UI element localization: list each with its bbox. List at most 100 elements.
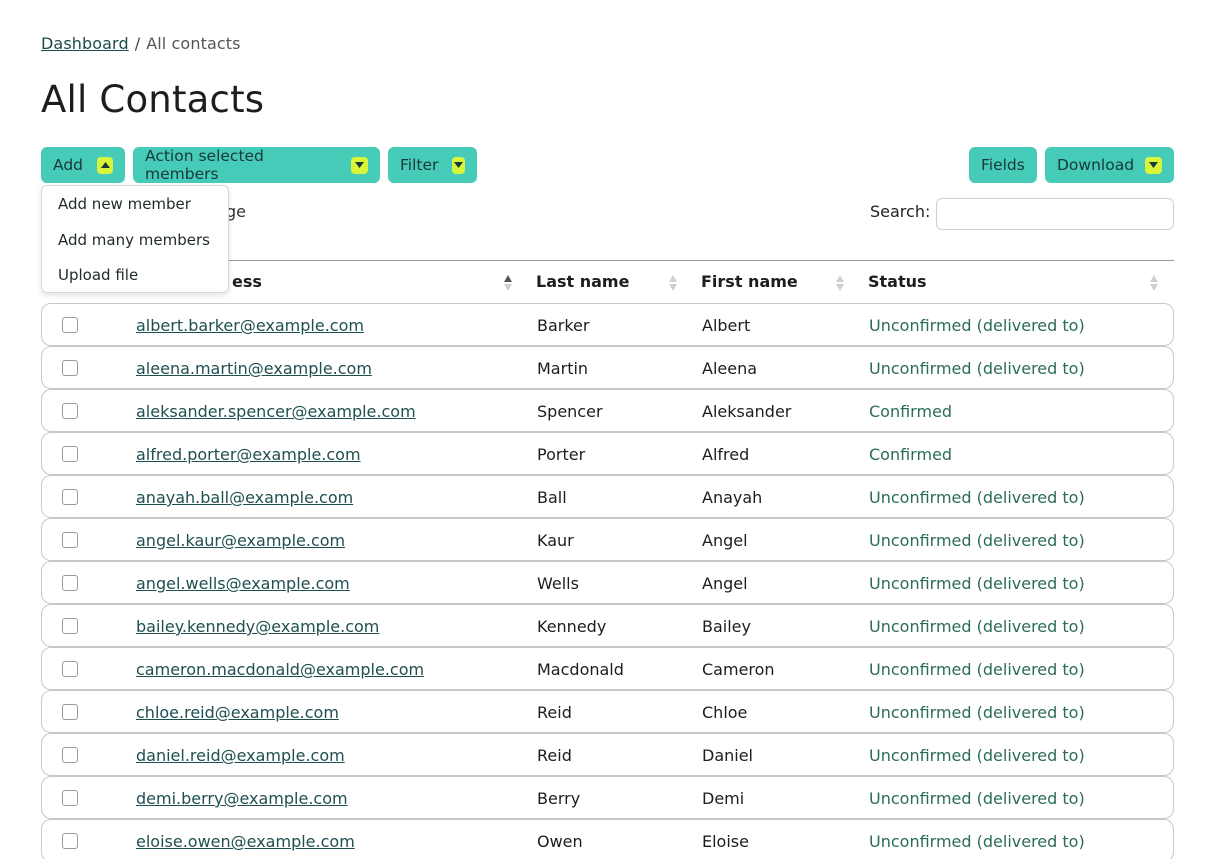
table-row: albert.barker@example.com Barker Albert … [41, 303, 1174, 346]
sort-icon[interactable] [835, 274, 845, 292]
row-checkbox[interactable] [62, 618, 78, 634]
email-link[interactable]: angel.wells@example.com [136, 574, 350, 593]
table-row: aleena.martin@example.com Martin Aleena … [41, 346, 1174, 389]
filter-button[interactable]: Filter [388, 147, 477, 183]
chevron-down-icon [351, 156, 368, 174]
status-cell: Unconfirmed (delivered to) [869, 832, 1085, 851]
last-name-cell: Macdonald [537, 660, 624, 679]
email-link[interactable]: daniel.reid@example.com [136, 746, 345, 765]
row-checkbox[interactable] [62, 446, 78, 462]
add-dropdown-menu: Add new member Add many members Upload f… [41, 185, 229, 293]
chevron-down-icon [452, 156, 465, 174]
last-name-cell: Martin [537, 359, 589, 378]
first-name-cell: Alfred [702, 445, 750, 464]
email-link[interactable]: alfred.porter@example.com [136, 445, 361, 464]
last-name-cell: Porter [537, 445, 586, 464]
row-checkbox[interactable] [62, 575, 78, 591]
first-name-cell: Eloise [702, 832, 749, 851]
download-button-label: Download [1057, 156, 1135, 174]
table-row: eloise.owen@example.com Owen Eloise Unco… [41, 819, 1174, 859]
sort-icon[interactable] [1149, 274, 1159, 292]
sort-icon[interactable] [503, 274, 513, 292]
table-row: daniel.reid@example.com Reid Daniel Unco… [41, 733, 1174, 776]
table-row: aleksander.spencer@example.com Spencer A… [41, 389, 1174, 432]
table-row: angel.wells@example.com Wells Angel Unco… [41, 561, 1174, 604]
per-page-label: ge [226, 202, 246, 221]
status-cell: Unconfirmed (delivered to) [869, 617, 1085, 636]
email-link[interactable]: chloe.reid@example.com [136, 703, 339, 722]
row-checkbox[interactable] [62, 317, 78, 333]
first-name-cell: Albert [702, 316, 751, 335]
breadcrumb: Dashboard / All contacts [41, 34, 241, 53]
last-name-cell: Spencer [537, 402, 603, 421]
table-row: chloe.reid@example.com Reid Chloe Unconf… [41, 690, 1174, 733]
row-checkbox[interactable] [62, 833, 78, 849]
status-cell: Unconfirmed (delivered to) [869, 789, 1085, 808]
last-name-cell: Berry [537, 789, 581, 808]
last-name-cell: Ball [537, 488, 567, 507]
status-cell: Confirmed [869, 402, 953, 421]
add-button[interactable]: Add [41, 147, 125, 183]
status-cell: Unconfirmed (delivered to) [869, 359, 1085, 378]
first-name-cell: Aleksander [702, 402, 792, 421]
menu-item-add-new-member[interactable]: Add new member [58, 195, 191, 213]
email-link[interactable]: angel.kaur@example.com [136, 531, 345, 550]
column-header-email[interactable]: ess [232, 272, 262, 291]
sort-icon[interactable] [668, 274, 678, 292]
first-name-cell: Chloe [702, 703, 748, 722]
row-checkbox[interactable] [62, 704, 78, 720]
status-cell: Unconfirmed (delivered to) [869, 660, 1085, 679]
download-button[interactable]: Download [1045, 147, 1174, 183]
first-name-cell: Angel [702, 574, 748, 593]
last-name-cell: Owen [537, 832, 583, 851]
column-header-last-name[interactable]: Last name [536, 272, 629, 291]
first-name-cell: Bailey [702, 617, 751, 636]
chevron-down-icon [1145, 156, 1162, 174]
row-checkbox[interactable] [62, 747, 78, 763]
last-name-cell: Kennedy [537, 617, 607, 636]
filter-button-label: Filter [400, 156, 439, 174]
chevron-up-icon [97, 156, 113, 174]
row-checkbox[interactable] [62, 403, 78, 419]
email-link[interactable]: demi.berry@example.com [136, 789, 348, 808]
status-cell: Unconfirmed (delivered to) [869, 488, 1085, 507]
column-header-first-name[interactable]: First name [701, 272, 798, 291]
column-header-status[interactable]: Status [868, 272, 927, 291]
fields-button[interactable]: Fields [969, 147, 1037, 183]
status-cell: Unconfirmed (delivered to) [869, 703, 1085, 722]
fields-button-label: Fields [981, 156, 1025, 174]
email-link[interactable]: bailey.kennedy@example.com [136, 617, 379, 636]
row-checkbox[interactable] [62, 661, 78, 677]
email-link[interactable]: eloise.owen@example.com [136, 832, 355, 851]
action-selected-members-label: Action selected members [145, 147, 264, 183]
first-name-cell: Daniel [702, 746, 753, 765]
last-name-cell: Reid [537, 746, 572, 765]
email-link[interactable]: albert.barker@example.com [136, 316, 364, 335]
page: Dashboard / All contacts All Contacts Add … [0, 0, 1212, 859]
menu-item-add-many-members[interactable]: Add many members [58, 231, 210, 249]
row-checkbox[interactable] [62, 532, 78, 548]
breadcrumb-current: All contacts [146, 34, 241, 53]
table-row: angel.kaur@example.com Kaur Angel Unconf… [41, 518, 1174, 561]
row-checkbox[interactable] [62, 489, 78, 505]
first-name-cell: Aleena [702, 359, 758, 378]
first-name-cell: Cameron [702, 660, 775, 679]
table-row: demi.berry@example.com Berry Demi Unconf… [41, 776, 1174, 819]
table-row: bailey.kennedy@example.com Kennedy Baile… [41, 604, 1174, 647]
email-link[interactable]: cameron.macdonald@example.com [136, 660, 424, 679]
breadcrumb-dashboard-link[interactable]: Dashboard [41, 34, 129, 53]
row-checkbox[interactable] [62, 360, 78, 376]
add-button-label: Add [53, 156, 84, 174]
email-link[interactable]: aleena.martin@example.com [136, 359, 372, 378]
menu-item-upload-file[interactable]: Upload file [58, 266, 138, 284]
email-link[interactable]: aleksander.spencer@example.com [136, 402, 416, 421]
row-checkbox[interactable] [62, 790, 78, 806]
action-selected-members-button[interactable]: Action selected members [133, 147, 380, 183]
search-input[interactable] [936, 198, 1174, 230]
status-cell: Unconfirmed (delivered to) [869, 574, 1085, 593]
email-link[interactable]: anayah.ball@example.com [136, 488, 353, 507]
first-name-cell: Demi [702, 789, 745, 808]
page-title: All Contacts [41, 78, 265, 121]
last-name-cell: Reid [537, 703, 572, 722]
status-cell: Unconfirmed (delivered to) [869, 316, 1085, 335]
